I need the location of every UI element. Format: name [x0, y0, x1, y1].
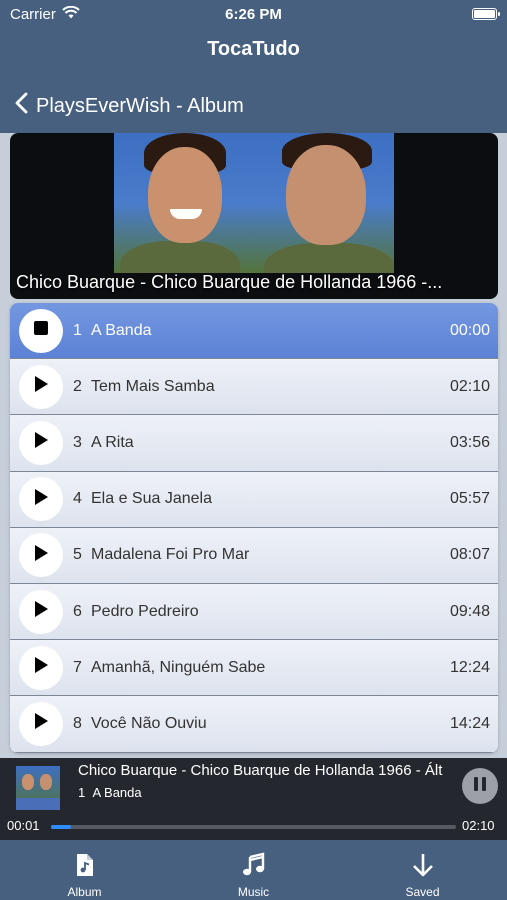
player-thumbnail[interactable]: [16, 766, 60, 810]
tab-bar: Album Music Saved: [0, 840, 507, 900]
progress-slider[interactable]: [51, 825, 456, 829]
nav-bar: PlaysEverWish - Album: [0, 86, 507, 126]
stop-icon: [33, 320, 49, 341]
track-row[interactable]: 6 Pedro Pedreiro 09:48: [10, 583, 498, 641]
tab-saved-label: Saved: [405, 885, 440, 899]
track-time: 09:48: [449, 602, 490, 620]
track-number: 3: [73, 433, 82, 451]
track-time: 03:56: [449, 433, 490, 451]
play-icon: [33, 488, 49, 511]
play-icon: [33, 600, 49, 623]
play-button[interactable]: [19, 477, 63, 522]
play-icon: [33, 375, 49, 398]
download-arrow-icon: [410, 852, 436, 885]
album-banner: Chico Buarque - Chico Buarque de Holland…: [10, 133, 498, 299]
play-icon: [33, 712, 49, 735]
chevron-left-icon: [14, 92, 28, 120]
track-time: 14:24: [449, 714, 490, 732]
track-row[interactable]: 2 Tem Mais Samba 02:10: [10, 359, 498, 416]
track-row[interactable]: 1 A Banda 00:00: [10, 303, 498, 360]
music-note-icon: [241, 852, 267, 885]
tab-saved[interactable]: Saved: [338, 840, 507, 900]
player-subtitle: 1 A Banda: [78, 785, 142, 800]
track-time: 05:57: [449, 490, 490, 508]
play-button[interactable]: [19, 701, 63, 746]
stop-button[interactable]: [19, 308, 63, 353]
tab-music[interactable]: Music: [169, 840, 338, 900]
track-time: 08:07: [449, 546, 490, 564]
play-icon: [33, 656, 49, 679]
track-name: Ela e Sua Janela: [91, 490, 212, 508]
status-bar: Carrier 6:26 PM: [0, 0, 507, 28]
track-name: Você Não Ouviu: [91, 714, 207, 732]
app-title: TocaTudo: [207, 38, 300, 60]
track-number: 5: [73, 546, 82, 564]
total-time: 02:10: [462, 818, 495, 833]
track-row[interactable]: 3 A Rita 03:56: [10, 415, 498, 472]
battery-icon: [472, 8, 500, 20]
content-area: Chico Buarque - Chico Buarque de Holland…: [0, 133, 507, 758]
track-number: 6: [73, 602, 82, 620]
track-number: 7: [73, 658, 82, 676]
player-track-num: 1: [78, 785, 86, 800]
track-number: 8: [73, 714, 82, 732]
track-name: A Rita: [91, 433, 134, 451]
document-music-icon: [72, 852, 98, 885]
play-button[interactable]: [19, 364, 63, 409]
status-time: 6:26 PM: [225, 5, 282, 23]
track-time: 12:24: [449, 658, 490, 676]
track-name: Tem Mais Samba: [91, 377, 215, 395]
play-button[interactable]: [19, 533, 63, 578]
track-row[interactable]: 8 Você Não Ouviu 14:24: [10, 696, 498, 753]
track-row[interactable]: 7 Amanhã, Ninguém Sabe 12:24: [10, 640, 498, 697]
track-number: 4: [73, 490, 82, 508]
play-button[interactable]: [19, 420, 63, 465]
track-time: 02:10: [449, 377, 490, 395]
tab-album-label: Album: [67, 885, 102, 899]
tab-album[interactable]: Album: [0, 840, 169, 900]
album-cover-image: [114, 133, 394, 273]
pause-button[interactable]: [462, 768, 498, 804]
play-button[interactable]: [19, 645, 63, 690]
track-number: 2: [73, 377, 82, 395]
play-icon: [33, 544, 49, 567]
pause-icon: [473, 776, 487, 797]
play-icon: [33, 431, 49, 454]
elapsed-time: 00:01: [7, 818, 40, 833]
track-name: Madalena Foi Pro Mar: [91, 546, 250, 564]
track-row[interactable]: 4 Ela e Sua Janela 05:57: [10, 471, 498, 528]
back-button[interactable]: PlaysEverWish - Album: [14, 92, 244, 120]
track-name: Amanhã, Ninguém Sabe: [91, 658, 266, 676]
track-name: A Banda: [91, 321, 152, 339]
player-title: Chico Buarque - Chico Buarque de Holland…: [78, 762, 443, 779]
track-list: 1 A Banda 00:00 2 Tem Mais Samba 02:10 3 A Rita…: [10, 303, 498, 753]
track-time: 00:00: [449, 321, 490, 339]
tab-music-label: Music: [237, 885, 270, 899]
play-button[interactable]: [19, 589, 63, 634]
track-row[interactable]: 5 Madalena Foi Pro Mar 08:07: [10, 527, 498, 584]
player-track-name: A Banda: [92, 785, 142, 800]
track-name: Pedro Pedreiro: [91, 602, 199, 620]
track-number: 1: [73, 321, 82, 339]
album-title: Chico Buarque - Chico Buarque de Holland…: [16, 272, 443, 292]
progress-fill: [51, 825, 72, 829]
nav-title: PlaysEverWish - Album: [36, 94, 244, 117]
mini-player: Chico Buarque - Chico Buarque de Holland…: [0, 758, 507, 840]
